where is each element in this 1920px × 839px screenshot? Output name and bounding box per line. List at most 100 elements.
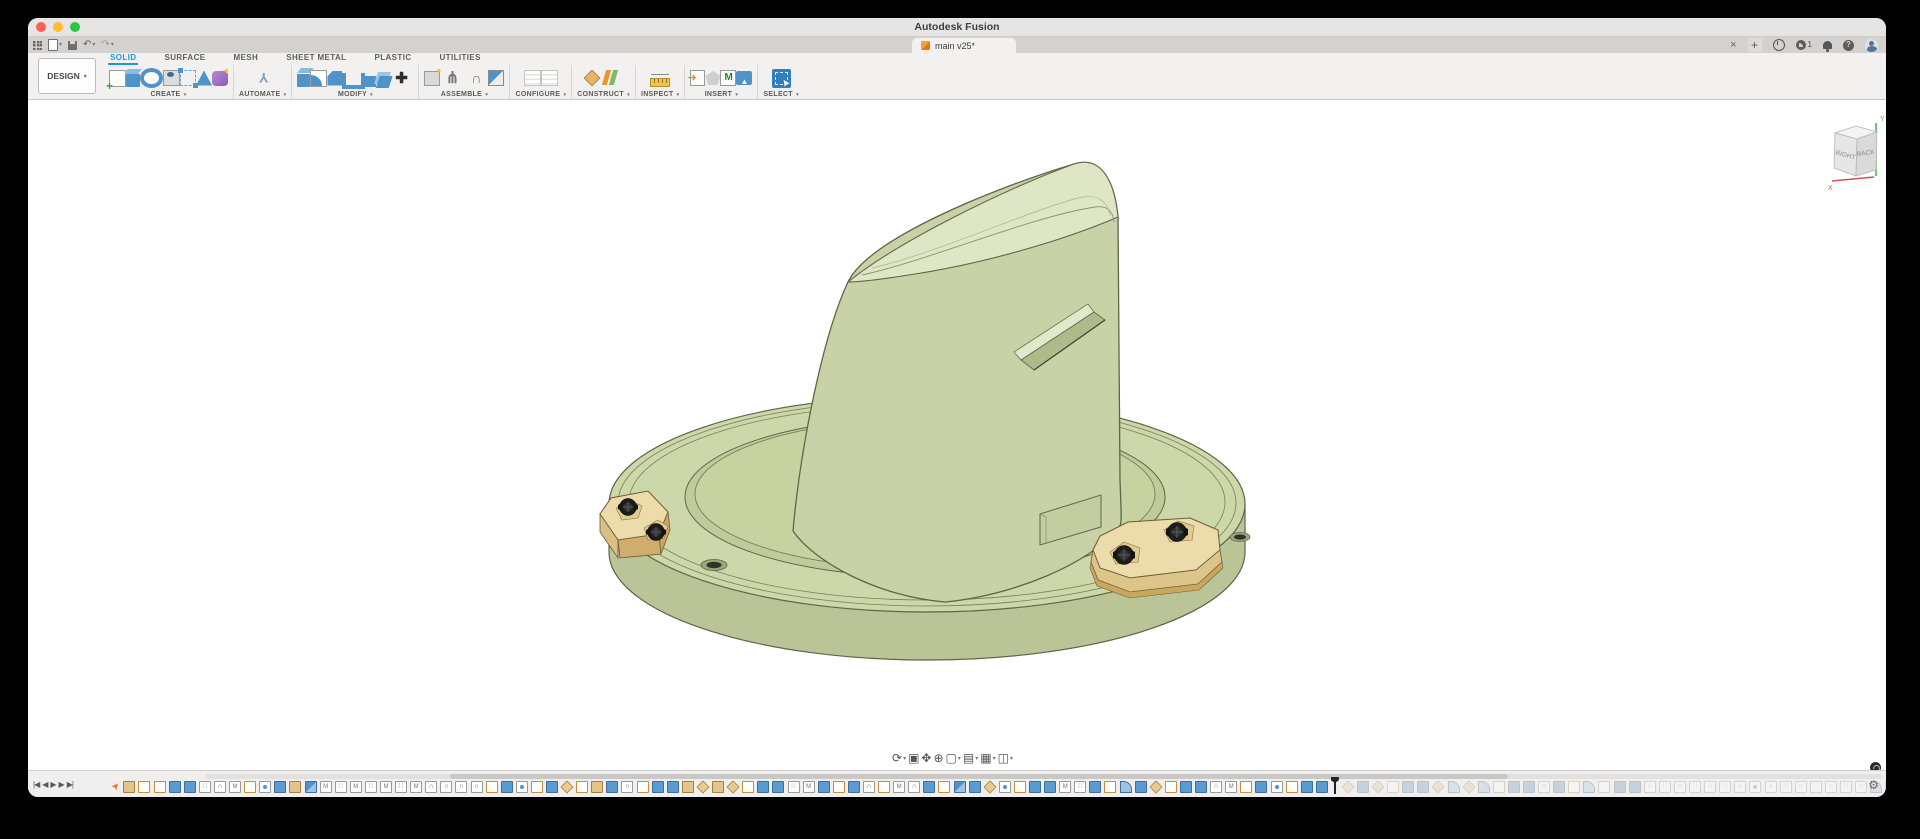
sketch-feature-icon[interactable] bbox=[1598, 781, 1610, 793]
pattern-feature-icon[interactable] bbox=[1659, 781, 1671, 793]
account-button[interactable] bbox=[1865, 39, 1878, 52]
extrude-feature-icon[interactable] bbox=[1044, 781, 1056, 793]
sketch-feature-icon[interactable] bbox=[938, 781, 950, 793]
sketch-feature-icon[interactable] bbox=[1568, 781, 1580, 793]
workspace-selector[interactable]: DESIGN ▾ bbox=[38, 58, 96, 94]
hole-feature-icon[interactable] bbox=[999, 781, 1011, 793]
hole-feature-icon[interactable] bbox=[516, 781, 528, 793]
pattern-feature-icon[interactable] bbox=[395, 781, 407, 793]
mirror-feature-icon[interactable] bbox=[229, 781, 241, 793]
ribbon-tab-surface[interactable]: SURFACE bbox=[162, 52, 207, 65]
fillet-feature-icon[interactable] bbox=[1478, 781, 1490, 793]
joint-feature-icon[interactable] bbox=[908, 781, 920, 793]
ribbon-group-label[interactable]: SELECT ▾ bbox=[763, 91, 798, 98]
mirror-feature-icon[interactable] bbox=[320, 781, 332, 793]
rectangular-pattern-icon[interactable] bbox=[180, 70, 196, 86]
loft-icon[interactable] bbox=[196, 71, 212, 86]
sketch-feature-icon[interactable] bbox=[1165, 781, 1177, 793]
extrude-feature-icon[interactable] bbox=[1195, 781, 1207, 793]
joint-feature-icon[interactable] bbox=[1825, 781, 1837, 793]
combine-feature-icon[interactable] bbox=[305, 781, 317, 793]
ribbon-tab-sheet-metal[interactable]: SHEET METAL bbox=[284, 52, 348, 65]
form-feature-icon[interactable] bbox=[123, 781, 135, 793]
sketch-feature-icon[interactable] bbox=[138, 781, 150, 793]
ribbon-group-label[interactable]: AUTOMATE ▾ bbox=[239, 91, 286, 98]
joint-feature-icon[interactable] bbox=[440, 781, 452, 793]
mirror-feature-icon[interactable] bbox=[410, 781, 422, 793]
form-feature-icon[interactable] bbox=[682, 781, 694, 793]
extrude-icon[interactable] bbox=[126, 74, 140, 87]
new-component-icon[interactable] bbox=[424, 71, 440, 86]
sketch-feature-icon[interactable] bbox=[878, 781, 890, 793]
ribbon-group-label[interactable]: CREATE ▾ bbox=[150, 91, 186, 98]
extrude-feature-icon[interactable] bbox=[1301, 781, 1313, 793]
extrude-feature-icon[interactable] bbox=[1629, 781, 1641, 793]
extrude-feature-icon[interactable] bbox=[923, 781, 935, 793]
insert-mcmaster-icon[interactable] bbox=[720, 70, 736, 86]
move-copy-icon[interactable] bbox=[389, 66, 413, 90]
extrude-feature-icon[interactable] bbox=[606, 781, 618, 793]
app-grid-button[interactable] bbox=[33, 41, 42, 50]
ribbon-group-label[interactable]: INSPECT ▾ bbox=[641, 91, 680, 98]
help-button[interactable]: ? bbox=[1843, 40, 1854, 51]
joint-feature-icon[interactable] bbox=[1855, 781, 1867, 793]
extrude-feature-icon[interactable] bbox=[1255, 781, 1267, 793]
hole-feature-icon[interactable] bbox=[1271, 781, 1283, 793]
extrude-feature-icon[interactable] bbox=[1614, 781, 1626, 793]
pattern-feature-icon[interactable] bbox=[335, 781, 347, 793]
pattern-feature-icon[interactable] bbox=[365, 781, 377, 793]
sketch-feature-icon[interactable] bbox=[1240, 781, 1252, 793]
display-settings-button[interactable]: ▤▾ bbox=[963, 752, 978, 764]
step-back-button[interactable]: ◀ bbox=[42, 781, 47, 789]
viewports-button[interactable]: ◫▾ bbox=[998, 752, 1013, 764]
form-feature-icon[interactable] bbox=[591, 781, 603, 793]
plane-feature-icon[interactable] bbox=[1341, 780, 1354, 793]
ribbon-group-label[interactable]: ASSEMBLE ▾ bbox=[441, 91, 488, 98]
recent-files-button[interactable] bbox=[1773, 39, 1785, 51]
extrude-feature-icon[interactable] bbox=[969, 781, 981, 793]
joint-feature-icon[interactable] bbox=[214, 781, 226, 793]
pattern-feature-icon[interactable] bbox=[1689, 781, 1701, 793]
plane-feature-icon[interactable] bbox=[560, 780, 573, 793]
pattern-feature-icon[interactable] bbox=[1810, 781, 1822, 793]
extrude-feature-icon[interactable] bbox=[1417, 781, 1429, 793]
canvas-icon[interactable] bbox=[736, 71, 752, 85]
extrude-feature-icon[interactable] bbox=[1316, 781, 1328, 793]
ribbon-group-label[interactable]: MODIFY ▾ bbox=[338, 91, 373, 98]
plane-feature-icon[interactable] bbox=[1371, 780, 1384, 793]
extrude-feature-icon[interactable] bbox=[1508, 781, 1520, 793]
plane-feature-icon[interactable] bbox=[727, 780, 740, 793]
pattern-feature-icon[interactable] bbox=[1074, 781, 1086, 793]
shell-icon[interactable] bbox=[342, 73, 365, 89]
extrude-feature-icon[interactable] bbox=[546, 781, 558, 793]
sketch-feature-icon[interactable] bbox=[1014, 781, 1026, 793]
extrude-feature-icon[interactable] bbox=[501, 781, 513, 793]
extrude-feature-icon[interactable] bbox=[1135, 781, 1147, 793]
sketch-feature-icon[interactable] bbox=[1286, 781, 1298, 793]
sketch-feature-icon[interactable] bbox=[486, 781, 498, 793]
interference-icon[interactable] bbox=[488, 70, 504, 86]
form-feature-icon[interactable] bbox=[289, 781, 301, 793]
hole-feature-icon[interactable] bbox=[259, 781, 271, 793]
insert-mesh-icon[interactable] bbox=[705, 71, 720, 85]
file-menu-button[interactable]: ▾ bbox=[48, 39, 62, 51]
mirror-feature-icon[interactable] bbox=[1225, 781, 1237, 793]
sketch-feature-icon[interactable] bbox=[531, 781, 543, 793]
extrude-feature-icon[interactable] bbox=[1180, 781, 1192, 793]
extrude-feature-icon[interactable] bbox=[1029, 781, 1041, 793]
go-to-start-button[interactable]: |◀ bbox=[33, 781, 39, 789]
extrude-feature-icon[interactable] bbox=[667, 781, 679, 793]
measure-icon[interactable] bbox=[650, 78, 670, 87]
extrude-feature-icon[interactable] bbox=[184, 781, 196, 793]
joint-icon[interactable] bbox=[440, 66, 464, 90]
model-cone-body[interactable] bbox=[793, 162, 1121, 602]
extrude-feature-icon[interactable] bbox=[772, 781, 784, 793]
fillet-feature-icon[interactable] bbox=[1120, 781, 1132, 793]
timeline-scroll-track[interactable] bbox=[206, 774, 1882, 779]
pattern-feature-icon[interactable] bbox=[1719, 781, 1731, 793]
joint-feature-icon[interactable] bbox=[863, 781, 875, 793]
revolve-icon[interactable] bbox=[140, 68, 163, 88]
sketch-feature-icon[interactable] bbox=[637, 781, 649, 793]
pattern-feature-icon[interactable] bbox=[199, 781, 211, 793]
joint-feature-icon[interactable] bbox=[1765, 781, 1777, 793]
